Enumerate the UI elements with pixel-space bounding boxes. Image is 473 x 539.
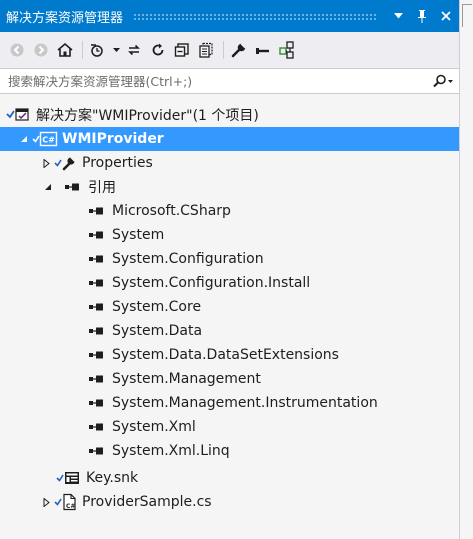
- pin-icon[interactable]: [411, 5, 433, 27]
- home-icon[interactable]: [54, 39, 76, 61]
- source-file-label: ProviderSample.cs: [82, 494, 212, 510]
- properties-label: Properties: [82, 155, 153, 171]
- toolbar-separator: [82, 41, 83, 59]
- reference-label: Microsoft.CSharp: [112, 203, 231, 219]
- expanded-arrow-icon[interactable]: [42, 181, 54, 193]
- csharp-project-icon: C#: [32, 131, 58, 147]
- assembly-reference-icon: [88, 421, 108, 433]
- reference-item[interactable]: System.Xml.Linq: [0, 439, 459, 463]
- reference-item[interactable]: System.Data: [0, 319, 459, 343]
- assembly-reference-icon: [88, 253, 108, 265]
- reference-label: System: [112, 227, 165, 243]
- properties-wrench-icon: [54, 155, 78, 171]
- reference-item[interactable]: System.Data.DataSetExtensions: [0, 343, 459, 367]
- expanded-arrow-icon[interactable]: [18, 133, 30, 145]
- reference-label: System.Management: [112, 371, 261, 387]
- forward-icon[interactable]: [30, 39, 52, 61]
- chevron-down-icon[interactable]: [111, 39, 121, 61]
- assembly-reference-icon: [88, 301, 108, 313]
- assembly-reference-icon: [88, 277, 108, 289]
- solution-icon: [6, 106, 32, 124]
- search-input[interactable]: [0, 69, 427, 93]
- assembly-reference-icon: [88, 349, 108, 361]
- properties-wrench-icon[interactable]: [228, 39, 250, 61]
- toolbar-separator: [223, 41, 224, 59]
- reference-item[interactable]: Microsoft.CSharp: [0, 199, 459, 223]
- svg-text:C#: C#: [42, 136, 55, 145]
- collapsed-arrow-icon[interactable]: [40, 496, 52, 508]
- reference-label: System.Data.DataSetExtensions: [112, 347, 339, 363]
- svg-text:C#: C#: [66, 503, 75, 510]
- class-view-icon[interactable]: [276, 39, 298, 61]
- tree-item-references[interactable]: 引用: [0, 175, 459, 199]
- assembly-reference-icon: [88, 445, 108, 457]
- reference-label: System.Xml.Linq: [112, 443, 230, 459]
- reference-label: System.Core: [112, 299, 202, 315]
- dropdown-icon[interactable]: [387, 5, 409, 27]
- title-bar[interactable]: 解决方案资源管理器: [0, 0, 459, 32]
- reference-label: System.Configuration.Install: [112, 275, 311, 291]
- reference-item[interactable]: System.Xml: [0, 415, 459, 439]
- assembly-reference-icon: [88, 373, 108, 385]
- key-file-label: Key.snk: [86, 470, 139, 486]
- panel-title: 解决方案资源管理器: [6, 10, 124, 26]
- sync-icon[interactable]: [123, 39, 145, 61]
- assembly-reference-icon: [88, 229, 108, 241]
- reference-item[interactable]: System.Management.Instrumentation: [0, 391, 459, 415]
- tree-item-key-file[interactable]: Key.snk: [0, 466, 459, 490]
- drag-grip[interactable]: [133, 12, 377, 20]
- close-icon[interactable]: [435, 5, 457, 27]
- assembly-reference-icon: [88, 205, 108, 217]
- csharp-file-icon: C#: [54, 493, 78, 511]
- tree-item-properties[interactable]: Properties: [0, 151, 459, 175]
- collapse-all-icon[interactable]: [171, 39, 193, 61]
- back-icon[interactable]: [6, 39, 28, 61]
- search-bar: [0, 68, 459, 94]
- tree-item-solution[interactable]: 解决方案"WMIProvider"(1 个项目): [0, 103, 459, 127]
- reference-item[interactable]: System.Management: [0, 367, 459, 391]
- key-file-icon: [56, 470, 82, 486]
- collapsed-arrow-icon[interactable]: [40, 157, 52, 169]
- references-icon: [64, 181, 84, 193]
- minus-icon[interactable]: [252, 39, 274, 61]
- solution-label: 解决方案"WMIProvider"(1 个项目): [36, 108, 259, 124]
- reference-label: System.Data: [112, 323, 203, 339]
- reference-item[interactable]: System.Configuration: [0, 247, 459, 271]
- reference-label: System.Configuration: [112, 251, 264, 267]
- reference-item[interactable]: System.Configuration.Install: [0, 271, 459, 295]
- references-label: 引用: [88, 180, 116, 196]
- tree-item-project[interactable]: C# WMIProvider: [0, 127, 459, 151]
- assembly-reference-icon: [88, 325, 108, 337]
- reference-label: System.Management.Instrumentation: [112, 395, 378, 411]
- search-icon[interactable]: [427, 74, 459, 88]
- reference-label: System.Xml: [112, 419, 196, 435]
- pending-changes-icon[interactable]: [87, 39, 109, 61]
- reference-item[interactable]: System: [0, 223, 459, 247]
- show-all-files-icon[interactable]: [195, 39, 217, 61]
- tree-item-source-file[interactable]: C# ProviderSample.cs: [0, 490, 459, 514]
- reference-item[interactable]: System.Core: [0, 295, 459, 319]
- project-label: WMIProvider: [62, 131, 164, 147]
- assembly-reference-icon: [88, 397, 108, 409]
- adjacent-panel-edge: [460, 0, 473, 539]
- refresh-icon[interactable]: [147, 39, 169, 61]
- panel-edge-mark: [462, 4, 472, 27]
- toolbar: [0, 32, 459, 68]
- solution-explorer-panel: 解决方案资源管理器 搜索解决方案资源管理器(Ctrl+;) 解决方案"WMIPr…: [0, 0, 460, 539]
